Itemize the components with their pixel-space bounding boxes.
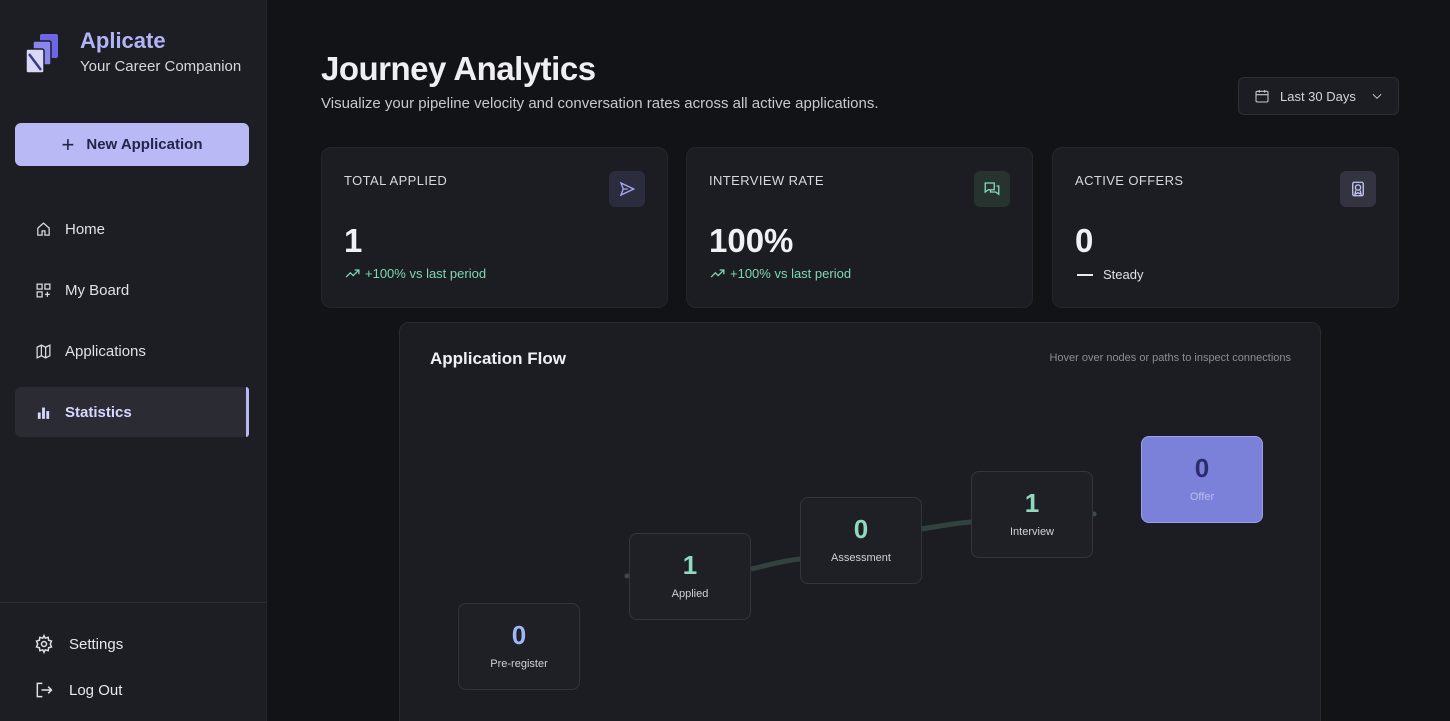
stat-value: 1 [344,222,363,259]
flow-node-assessment[interactable]: 0 Assessment [800,497,922,584]
application-flow-panel: Application Flow Hover over nodes or pat… [399,322,1321,721]
sidebar-item-statistics[interactable]: Statistics [15,387,249,437]
node-value: 0 [1194,453,1210,483]
calendar-icon [1255,90,1269,103]
stat-card-total-applied: TOTAL APPLIED 1 +100% vs last period [321,147,668,308]
node-value: 0 [511,620,527,650]
node-value: 1 [682,550,698,580]
app-root: Aplicate Your Career Companion + New App… [0,0,1450,721]
stat-delta-text: +100% vs last period [730,266,852,281]
node-label: Offer [1189,491,1215,503]
brand[interactable]: Aplicate Your Career Companion [24,27,242,78]
stat-delta: +100% vs last period [344,265,486,282]
settings-button[interactable]: Settings [34,634,123,654]
stat-delta: Steady [1075,267,1143,282]
stat-label: ACTIVE OFFERS [1075,173,1184,188]
date-range-select[interactable]: Last 30 Days [1238,77,1399,115]
sidebar-item-label: Applications [65,342,146,360]
settings-label: Settings [69,635,124,653]
date-range-value: Last 30 Days [1280,88,1356,104]
stat-card-active-offers: ACTIVE OFFERS 0 Steady [1052,147,1399,308]
stat-label: INTERVIEW RATE [709,173,824,188]
sidebar-item-my-board[interactable]: My Board [15,265,249,315]
stat-delta-text: Steady [1103,267,1144,282]
logout-button[interactable]: Log Out [34,680,122,700]
node-label: Applied [671,588,709,600]
flow-node-offer[interactable]: 0 Offer [1141,436,1263,523]
page-title: Journey Analytics [321,50,596,87]
stat-delta-text: +100% vs last period [365,266,487,281]
gear-icon [35,634,53,654]
flow-node-pre-register[interactable]: 0 Pre-register [458,603,580,690]
sidebar-item-label: My Board [65,281,130,299]
chevron-down-icon [1372,93,1382,99]
flow-node-interview[interactable]: 1 Interview [971,471,1093,558]
flow-path-assessment-interview[interactable] [921,519,973,532]
award-icon [1340,171,1376,207]
node-value: 0 [853,514,869,544]
stat-delta: +100% vs last period [709,265,851,282]
sidebar-nav: Home My Board Applications Statistics [15,204,249,448]
chat-icon [974,171,1010,207]
stat-label: TOTAL APPLIED [344,173,448,188]
board-icon [36,282,51,298]
sidebar-footer: Settings Log Out [0,602,267,699]
new-application-button[interactable]: + New Application [15,123,249,166]
sidebar-item-home[interactable]: Home [15,204,249,254]
page-subtitle: Visualize your pipeline velocity and con… [321,95,879,112]
sidebar-item-label: Statistics [65,403,132,421]
node-label: Assessment [831,552,891,564]
node-label: Pre-register [490,658,548,670]
stat-card-interview-rate: INTERVIEW RATE 100% +100% vs last period [686,147,1033,308]
flow-node-applied[interactable]: 1 Applied [629,533,751,620]
brand-tagline: Your Career Companion [80,57,242,75]
home-icon [37,221,50,236]
sidebar-item-label: Home [65,220,106,238]
node-value: 1 [1024,488,1040,518]
stacked-cards-logo [24,32,62,78]
bar-chart-icon [37,407,50,419]
stat-value: 0 [1075,222,1094,259]
sidebar: Aplicate Your Career Companion + New App… [0,0,267,721]
new-application-label: New Application [86,136,203,153]
stat-value: 100% [709,222,794,259]
flow-path-applied-assessment[interactable] [750,556,801,572]
node-label: Interview [1009,526,1055,538]
logout-label: Log Out [69,681,123,699]
trend-up-icon [710,269,725,278]
trend-up-icon [345,269,360,278]
sidebar-item-applications[interactable]: Applications [15,326,249,376]
plus-icon: + [61,131,75,157]
map-icon [36,343,51,359]
logout-icon [36,682,53,698]
send-icon [609,171,645,207]
brand-name: Aplicate [80,27,166,53]
flat-trend-icon [1077,273,1093,276]
